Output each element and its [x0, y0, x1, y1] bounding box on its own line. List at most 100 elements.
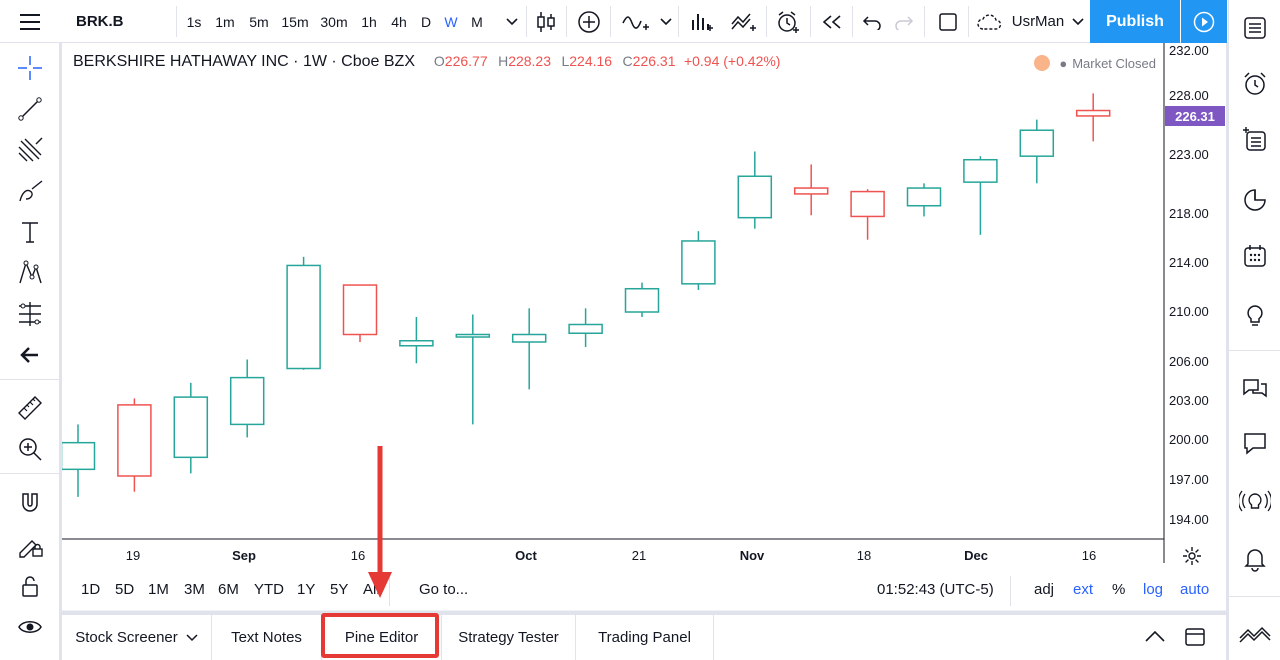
interval-4h[interactable]: 4h	[384, 0, 414, 43]
candle-body	[117, 404, 152, 477]
cloud-icon[interactable]	[974, 0, 1006, 43]
tab-label: Stock Screener	[75, 629, 178, 646]
undo-icon[interactable]	[856, 0, 888, 43]
interval-1h[interactable]: 1h	[354, 0, 384, 43]
interval-15m[interactable]: 15m	[276, 0, 314, 43]
prediction-icon[interactable]	[12, 296, 48, 332]
range-5y[interactable]: 5Y	[330, 581, 348, 598]
indicators-icon[interactable]	[616, 0, 656, 43]
templates-icon[interactable]	[726, 0, 762, 43]
adj-toggle[interactable]: adj	[1034, 581, 1054, 598]
back-arrow-icon[interactable]	[12, 337, 48, 373]
text-tool-icon[interactable]	[12, 214, 48, 250]
alarm-clock-icon[interactable]	[1237, 66, 1273, 102]
symbol-search[interactable]: BRK.B	[62, 0, 172, 43]
interval-d[interactable]: D	[414, 0, 438, 43]
range-1d[interactable]: 1D	[81, 581, 100, 598]
ext-toggle[interactable]: ext	[1073, 581, 1093, 598]
candle-body	[568, 323, 603, 334]
redo-icon[interactable]	[888, 0, 920, 43]
layout-dropdown-icon[interactable]	[1068, 0, 1088, 43]
tab-text-notes[interactable]: Text Notes	[212, 615, 322, 660]
range-6m[interactable]: 6M	[218, 581, 239, 598]
time-tick-label: 19	[125, 548, 141, 563]
candle-body	[850, 190, 885, 218]
range-1m[interactable]: 1M	[148, 581, 169, 598]
interval-dropdown-icon[interactable]	[500, 0, 524, 43]
candle-body	[624, 287, 660, 313]
range-1y[interactable]: 1Y	[297, 581, 315, 598]
last-price-label: 226.31	[1165, 106, 1225, 126]
interval-1s[interactable]: 1s	[180, 0, 208, 43]
chevron-up-icon[interactable]	[1144, 629, 1166, 648]
candle-body	[793, 187, 829, 195]
compare-add-icon[interactable]	[572, 0, 606, 43]
layout-name[interactable]: UsrMan	[1008, 0, 1068, 43]
lock-drawing-icon[interactable]	[12, 527, 48, 563]
tab-strategy-tester[interactable]: Strategy Tester	[442, 615, 576, 660]
replay-icon[interactable]	[814, 0, 850, 43]
time-tick-label: Nov	[739, 548, 765, 563]
interval-m[interactable]: M	[464, 0, 490, 43]
chart-pane[interactable]: BERKSHIRE HATHAWAY INC · 1W · Cboe BZX O…	[62, 43, 1226, 611]
candlestick-plot	[62, 43, 1226, 611]
tab-stock-screener[interactable]: Stock Screener	[62, 615, 212, 660]
alert-icon[interactable]	[770, 0, 806, 43]
tab-trading-panel[interactable]: Trading Panel	[576, 615, 714, 660]
ideas-icon[interactable]	[1237, 298, 1273, 334]
eye-icon[interactable]	[12, 609, 48, 645]
magnet-icon[interactable]	[12, 486, 48, 522]
messages-icon[interactable]	[1237, 425, 1273, 461]
zoom-in-icon[interactable]	[12, 431, 48, 467]
hotlist-icon[interactable]	[1237, 182, 1273, 218]
play-icon[interactable]	[1181, 0, 1227, 43]
data-window-icon[interactable]	[1237, 122, 1273, 158]
indicators-dropdown-icon[interactable]	[656, 0, 676, 43]
calendar-icon[interactable]	[1237, 238, 1273, 274]
range-5d[interactable]: 5D	[115, 581, 134, 598]
chart-type-candles-icon[interactable]	[530, 0, 562, 43]
trend-line-icon[interactable]	[12, 91, 48, 127]
auto-toggle[interactable]: auto	[1180, 581, 1209, 598]
chats-icon[interactable]	[1237, 370, 1273, 406]
time-tick-label: Dec	[964, 548, 988, 563]
publish-button[interactable]: Publish	[1090, 0, 1180, 43]
fullscreen-icon[interactable]	[930, 0, 966, 43]
watchlist-icon[interactable]	[1237, 10, 1273, 46]
price-tick-label: 210.00	[1169, 304, 1209, 319]
maximize-panel-icon[interactable]	[1184, 627, 1206, 652]
clock-display[interactable]: 01:52:43 (UTC-5)	[877, 581, 994, 598]
candle-body	[681, 240, 716, 285]
axis-settings-icon[interactable]	[1182, 546, 1202, 571]
range-ytd[interactable]: YTD	[254, 581, 284, 598]
unlock-icon[interactable]	[12, 568, 48, 604]
interval-w[interactable]: W	[438, 0, 464, 43]
brush-icon[interactable]	[12, 173, 48, 209]
time-tick-label: Sep	[232, 548, 256, 563]
ruler-icon[interactable]	[12, 390, 48, 426]
percent-toggle[interactable]: %	[1112, 581, 1125, 598]
crosshair-icon[interactable]	[12, 50, 48, 86]
price-tick-label: 203.00	[1169, 393, 1209, 408]
candle-body	[286, 264, 321, 370]
interval-30m[interactable]: 30m	[314, 0, 354, 43]
collapse-panel-icon[interactable]	[1237, 614, 1273, 650]
price-tick-label: 200.00	[1169, 432, 1209, 447]
interval-5m[interactable]: 5m	[242, 0, 276, 43]
price-tick-label: 223.00	[1169, 147, 1209, 162]
financials-icon[interactable]	[684, 0, 720, 43]
range-3m[interactable]: 3M	[184, 581, 205, 598]
goto-date-button[interactable]: Go to...	[419, 581, 468, 598]
notifications-bell-icon[interactable]	[1237, 540, 1273, 576]
time-tick-label: 18	[856, 548, 872, 563]
candle-body	[1019, 129, 1055, 157]
pitchfork-icon[interactable]	[12, 132, 48, 168]
interval-1m[interactable]: 1m	[208, 0, 242, 43]
log-toggle[interactable]: log	[1143, 581, 1163, 598]
streams-icon[interactable]	[1237, 484, 1273, 520]
pattern-icon[interactable]	[12, 255, 48, 291]
price-tick-label: 214.00	[1169, 255, 1209, 270]
menu-icon[interactable]	[0, 0, 60, 43]
right-toolbar	[1228, 0, 1280, 660]
candle-body	[737, 175, 773, 219]
